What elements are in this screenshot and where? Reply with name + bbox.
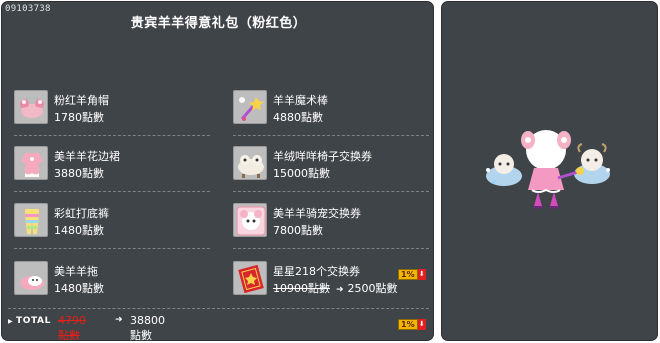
item-name: 羊绒咩咩椅子交换券 [273, 150, 372, 163]
item-price: 4880點數 [273, 111, 323, 124]
sheep-mount-icon [233, 203, 267, 237]
total-label: TOTAL [16, 316, 51, 326]
preview-panel [441, 1, 658, 341]
item-price: 15000點數 [273, 167, 330, 180]
item-lace-dress[interactable]: 美羊羊花边裙 3880點數 [14, 146, 204, 182]
package-title: 贵宾羊羊得意礼包（粉红色） [130, 16, 307, 31]
item-price: 1480點數 [54, 282, 104, 295]
divider [233, 191, 429, 192]
divider [14, 248, 210, 249]
character-preview-icon [486, 130, 610, 209]
item-price: 1480點數 [54, 224, 104, 237]
arrow-down-icon: ⬇ [417, 269, 426, 280]
item-sheep-mount[interactable]: 美羊羊骑宠交换券 7800點數 [233, 203, 423, 239]
discount-percent: 1% [398, 269, 418, 280]
item-sheep-slippers[interactable]: 美羊羊拖 1480點數 [14, 261, 204, 297]
item-price: 3880點數 [54, 167, 104, 180]
lace-dress-icon [14, 146, 48, 180]
arrow-right-icon: ➜ [115, 315, 123, 325]
item-name: 羊羊魔术棒 [273, 94, 328, 107]
rainbow-leggings-icon [14, 203, 48, 237]
divider [233, 248, 429, 249]
item-sheep-chair[interactable]: 羊绒咩咩椅子交换券 15000點數 [233, 146, 423, 182]
arrow-down-icon: ⬇ [417, 319, 426, 330]
total-new-price: 38800點數 [130, 314, 165, 342]
total-old-price: 4790點數 [58, 314, 86, 342]
sheep-chair-icon [233, 146, 267, 180]
discount-percent: 1% [398, 319, 418, 330]
divider [14, 191, 210, 192]
item-name: 美羊羊拖 [54, 265, 98, 278]
item-name: 粉红羊角帽 [54, 94, 109, 107]
item-name: 美羊羊花边裙 [54, 150, 120, 163]
divider [14, 135, 210, 136]
item-new-price: 2500點數 [347, 282, 398, 295]
package-panel: 09103738 贵宾羊羊得意礼包（粉红色） 粉红羊角帽 1780點數 羊羊魔术… [1, 1, 434, 342]
arrow-right-icon: ➜ [336, 285, 344, 295]
magic-wand-icon [233, 90, 267, 124]
item-old-price: 10900點數 [273, 282, 330, 295]
divider [233, 135, 429, 136]
total-discount-badge: 1% ⬇ [398, 319, 426, 330]
item-name: 星星218个交换券 [273, 265, 360, 278]
item-price: 1780點數 [54, 111, 104, 124]
item-price: 7800點數 [273, 224, 323, 237]
bullet-icon: ▶ [8, 318, 13, 325]
item-name: 彩虹打底裤 [54, 207, 109, 220]
item-rainbow-leggings[interactable]: 彩虹打底裤 1480點數 [14, 203, 204, 239]
sheep-slippers-icon [14, 261, 48, 295]
item-horn-hat[interactable]: 粉红羊角帽 1780點數 [14, 90, 204, 126]
item-magic-wand[interactable]: 羊羊魔术棒 4880點數 [233, 90, 423, 126]
total-divider [8, 308, 429, 309]
item-name: 美羊羊骑宠交换券 [273, 207, 361, 220]
item-price-row: 10900點數 ➜ 2500點數 [273, 280, 398, 296]
star-coupon-icon [233, 261, 267, 295]
item-star-coupon[interactable]: 星星218个交换券 10900點數 ➜ 2500點數 [233, 261, 423, 297]
horn-hat-icon [14, 90, 48, 124]
discount-badge: 1% ⬇ [398, 269, 426, 280]
